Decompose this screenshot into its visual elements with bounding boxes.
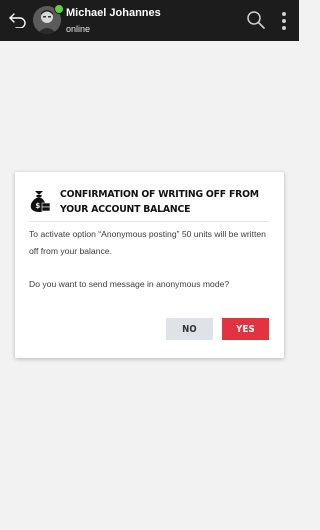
dialog-title: Confirmation of writing off from your ac… bbox=[60, 189, 259, 215]
top-app-bar: Michael Johannes online bbox=[0, 0, 299, 41]
search-button[interactable] bbox=[246, 10, 266, 30]
online-indicator bbox=[54, 4, 64, 14]
dialog-message: To activate option “Anonymous posting” 5… bbox=[29, 229, 266, 256]
avatar[interactable] bbox=[33, 4, 64, 34]
yes-button[interactable]: YES bbox=[222, 318, 269, 340]
back-arrow-icon bbox=[9, 13, 26, 28]
dialog-question: Do you want to send message in anonymous… bbox=[29, 279, 230, 289]
svg-text:$: $ bbox=[35, 202, 40, 210]
no-button[interactable]: NO bbox=[166, 318, 213, 340]
contact-name[interactable]: Michael Johannes bbox=[66, 7, 161, 19]
money-bag-icon: $ bbox=[29, 189, 51, 213]
dialog-body: To activate option “Anonymous posting” 5… bbox=[29, 226, 274, 293]
back-button[interactable] bbox=[6, 9, 30, 31]
confirmation-dialog: $ Confirmation of writing off from your … bbox=[15, 172, 284, 358]
more-vertical-icon bbox=[282, 12, 286, 30]
contact-status: online bbox=[66, 24, 91, 34]
more-options-button[interactable] bbox=[278, 10, 290, 32]
search-icon bbox=[247, 11, 265, 29]
dialog-divider bbox=[29, 221, 268, 222]
